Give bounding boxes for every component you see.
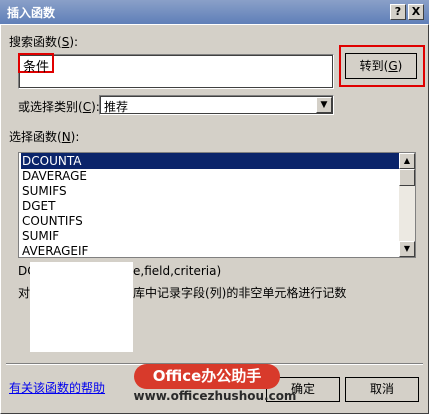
cancel-button[interactable]: 取消 [345,377,419,402]
list-scrollbar[interactable]: ▲ ▼ [399,153,415,257]
list-item[interactable]: AVERAGEIF [21,243,399,257]
chevron-down-icon[interactable]: ▼ [316,97,332,113]
search-label: 搜索函数(S): [9,35,79,49]
list-item[interactable]: DCOUNTA [21,153,399,169]
dialog-title: 插入函数 [7,6,56,20]
category-label: 或选择类别(C): [18,100,100,114]
function-syntax-right: e,field,criteria) [133,264,222,278]
list-item[interactable]: COUNTIFS [21,213,399,229]
search-input[interactable] [18,54,334,89]
scroll-up-icon[interactable]: ▲ [399,153,415,169]
search-value: 条件 [23,60,50,75]
title-bar [0,0,429,24]
function-list-label: 选择函数(N): [9,130,80,144]
category-select[interactable]: 推荐 ▼ [99,95,334,115]
help-button[interactable]: ? [390,4,406,20]
scroll-down-icon[interactable]: ▼ [399,241,415,257]
help-link[interactable]: 有关该函数的帮助 [9,379,105,396]
redaction-box [30,262,133,352]
close-button[interactable]: X [408,4,424,20]
list-item[interactable]: SUMIFS [21,183,399,199]
scroll-thumb[interactable] [399,169,415,186]
function-description-right: 库中记录字段(列)的非空单元格进行记数 [133,286,347,300]
function-listbox[interactable]: DCOUNTA DAVERAGE SUMIFS DGET COUNTIFS SU… [18,152,416,258]
category-value: 推荐 [104,100,129,114]
list-item[interactable]: DAVERAGE [21,168,399,184]
function-description-left: 对 [18,286,31,300]
watermark-url: www.officezhushou.com [133,389,297,403]
watermark-badge: Office办公助手 [134,364,280,389]
go-button[interactable]: 转到(G) [345,53,417,79]
list-item[interactable]: DGET [21,198,399,214]
list-item[interactable]: SUMIF [21,228,399,244]
